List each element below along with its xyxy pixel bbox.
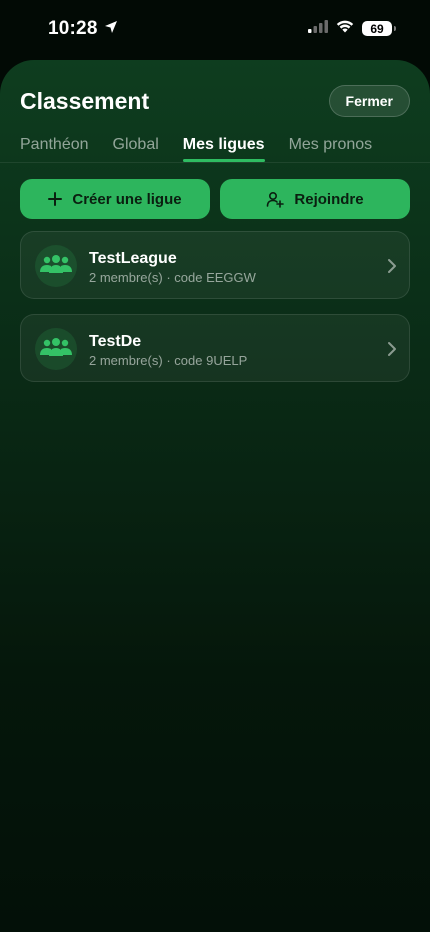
plus-icon [48,192,63,206]
group-icon [39,337,73,362]
battery-level: 69 [370,21,384,36]
league-code: code EEGGW [174,270,256,285]
league-details: 2 membre(s) · code 9UELP [89,353,247,368]
chevron-right-icon [387,341,397,357]
location-arrow-icon [104,18,118,40]
join-league-button[interactable]: Rejoindre [220,179,410,219]
league-item[interactable]: TestDe 2 membre(s) · code 9UELP [20,314,410,382]
league-separator: · [166,353,171,368]
create-league-button[interactable]: Créer une ligue [20,179,210,219]
tab-global[interactable]: Global [113,128,159,162]
wifi-icon [336,19,354,38]
cellular-signal-icon [308,19,328,38]
league-name: TestDe [89,333,142,350]
tabs-divider [0,162,430,163]
league-details: 2 membre(s) · code EEGGW [89,270,256,285]
league-avatar [35,245,77,287]
tab-pantheon[interactable]: Panthéon [20,128,89,162]
group-icon [39,254,73,279]
join-league-label: Rejoindre [294,190,364,208]
league-item[interactable]: TestLeague 2 membre(s) · code EEGGW [20,231,410,299]
status-indicators: 69 [308,19,396,38]
league-avatar [35,328,77,370]
league-actions: Créer une ligue Rejoindre [20,179,410,219]
tab-my-leagues[interactable]: Mes ligues [182,128,265,162]
add-person-icon [266,190,285,208]
sheet-header: Classement Fermer [20,84,410,118]
chevron-right-icon [387,258,397,274]
tab-bar: Panthéon Global Mes ligues Mes pronos [20,128,430,162]
league-members: 2 membre(s) [89,270,163,285]
league-members: 2 membre(s) [89,353,163,368]
league-separator: · [166,270,171,285]
status-time: 10:28 [48,18,118,40]
league-name: TestLeague [89,250,177,267]
page-title: Classement [20,87,150,114]
create-league-label: Créer une ligue [72,190,182,208]
status-time-text: 10:28 [48,18,98,39]
tab-my-predictions[interactable]: Mes pronos [289,128,373,162]
close-button[interactable]: Fermer [328,85,410,117]
league-code: code 9UELP [174,353,248,368]
status-bar: 10:28 69 [0,0,430,58]
leaderboard-sheet: Classement Fermer Panthéon Global Mes li… [0,60,430,932]
battery-indicator: 69 [362,21,396,36]
